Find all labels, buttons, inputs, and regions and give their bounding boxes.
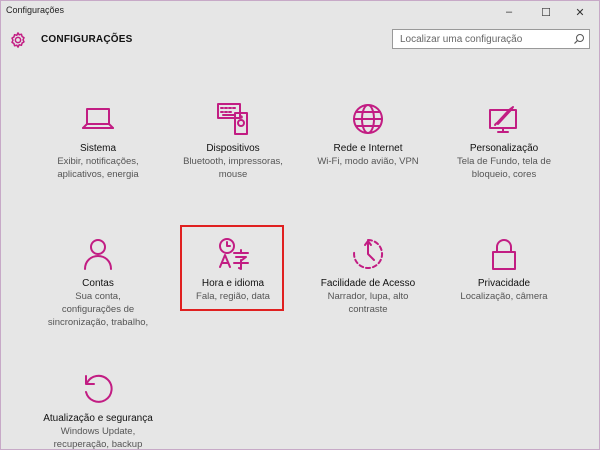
tile-name: Personalização [469, 143, 539, 154]
lock-icon [492, 239, 516, 270]
tile-name: Dispositivos [206, 143, 260, 154]
tile-desc-line: Sua conta, [75, 291, 121, 302]
tile-desc-line: recuperação, backup [53, 439, 143, 450]
maximize-button[interactable]: ☐ [531, 1, 561, 23]
tile-rede[interactable]: Rede e Internet Wi-Fi, modo avião, VPN [303, 101, 433, 168]
tile-dispositivos[interactable]: Dispositivos Bluetooth, impressoras, mou… [168, 101, 298, 181]
personalization-icon [489, 106, 517, 133]
tile-desc-line: Narrador, lupa, alto [327, 291, 409, 302]
tile-sistema[interactable]: Sistema Exibir, notificações, aplicativo… [33, 101, 163, 181]
tile-desc-line: Windows Update, [60, 426, 136, 437]
tile-desc-line: Wi-Fi, modo avião, VPN [317, 156, 419, 167]
search-icon[interactable] [573, 33, 585, 45]
tile-desc-line: sincronização, trabalho, [47, 317, 149, 328]
tile-desc-line: aplicativos, energia [57, 169, 139, 180]
tile-contas[interactable]: Contas Sua conta, configurações de sincr… [33, 236, 163, 329]
tile-desc-line: Bluetooth, impressoras, [183, 156, 283, 167]
search-placeholder: Localizar uma configuração [400, 34, 523, 45]
laptop-icon [82, 108, 114, 129]
globe-icon [353, 104, 383, 134]
settings-window: Configurações – ☐ ✕ CONFIGURAÇÕES Locali… [0, 0, 600, 450]
tile-name: Atualização e segurança [43, 413, 153, 424]
minimize-button[interactable]: – [494, 1, 524, 23]
tile-desc-line: configurações de [61, 304, 135, 315]
tile-desc-line: bloqueio, cores [471, 169, 537, 180]
window-title: Configurações [6, 5, 65, 15]
close-button[interactable]: ✕ [565, 1, 595, 23]
tile-name: Contas [82, 278, 114, 289]
update-icon [85, 374, 113, 403]
devices-icon [217, 103, 248, 135]
page-header: CONFIGURAÇÕES Localizar uma configuração [1, 23, 599, 57]
title-bar: Configurações – ☐ ✕ [1, 1, 599, 23]
tile-name: Privacidade [477, 278, 531, 289]
tile-name: Facilidade de Acesso [320, 278, 416, 289]
ease-of-access-icon [353, 238, 384, 269]
tile-desc-line: contraste [348, 304, 388, 315]
person-icon [84, 239, 112, 270]
tile-desc-line: mouse [218, 169, 248, 180]
selection-highlight [180, 225, 284, 311]
tile-atualizacao-e-seguranca[interactable]: Atualização e segurança Windows Update, … [33, 371, 163, 450]
tile-name: Rede e Internet [333, 143, 403, 154]
tile-facilidade-de-acesso[interactable]: Facilidade de Acesso Narrador, lupa, alt… [303, 236, 433, 316]
search-input[interactable]: Localizar uma configuração [392, 29, 590, 49]
tile-personalizacao[interactable]: Personalização Tela de Fundo, tela de bl… [439, 101, 569, 181]
gear-icon [11, 32, 25, 48]
page-title: CONFIGURAÇÕES [41, 34, 133, 45]
tile-privacidade[interactable]: Privacidade Localização, câmera [439, 236, 569, 303]
tile-desc-line: Exibir, notificações, [57, 156, 139, 167]
tile-desc-line: Localização, câmera [460, 291, 548, 302]
tile-desc-line: Tela de Fundo, tela de [456, 156, 551, 167]
tile-name: Sistema [79, 143, 117, 154]
